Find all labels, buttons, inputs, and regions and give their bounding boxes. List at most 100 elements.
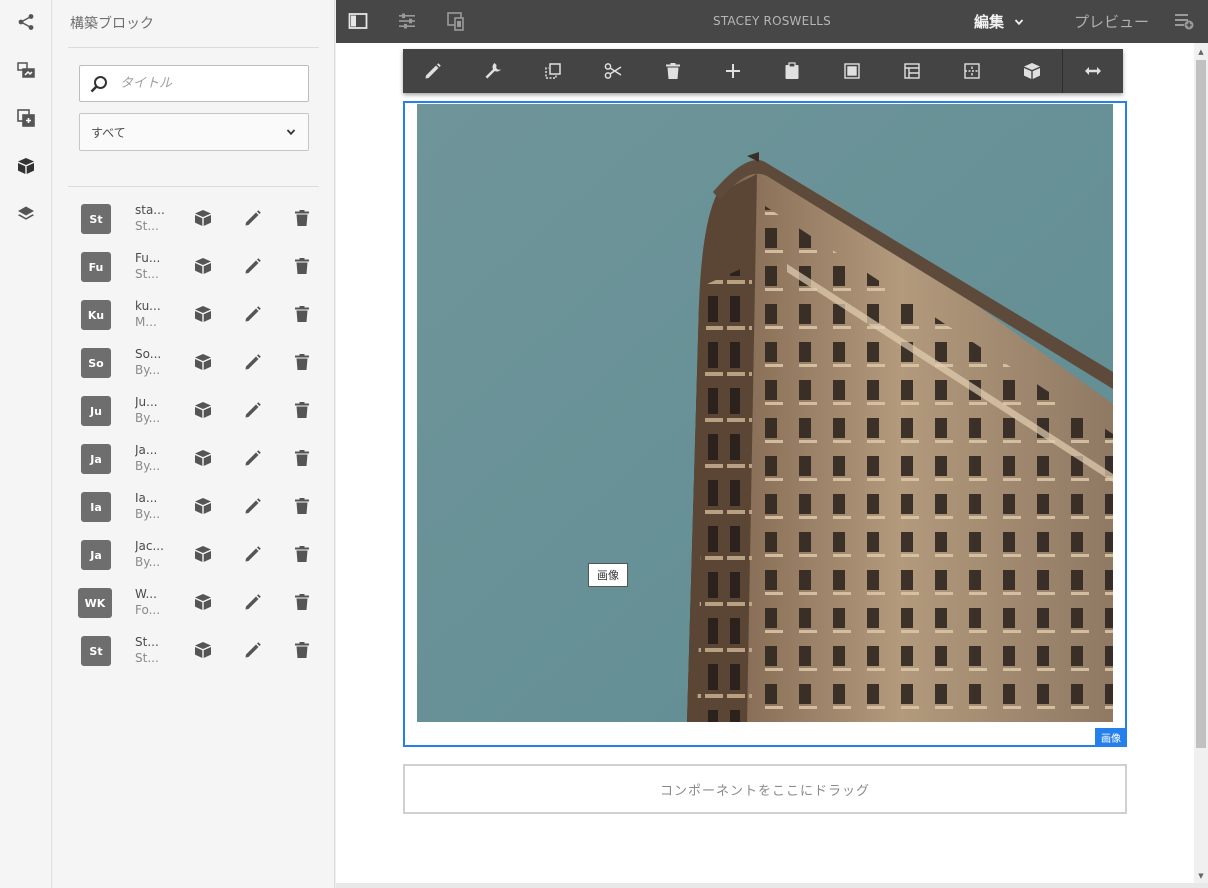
component-list-item[interactable]: Ja Jac... By... xyxy=(53,530,335,578)
preview-button[interactable]: プレビュー xyxy=(1074,11,1149,32)
building-block-icon[interactable] xyxy=(193,496,213,516)
component-group: St... xyxy=(135,651,159,665)
side-rail xyxy=(0,0,52,888)
layout-icon[interactable] xyxy=(942,49,1002,93)
component-type-tag: 画像 xyxy=(1095,728,1127,747)
chevron-down-icon xyxy=(1014,18,1024,25)
scrollbar-thumb[interactable] xyxy=(1196,60,1206,748)
component-name: Ia... xyxy=(135,491,158,505)
delete-icon[interactable] xyxy=(292,448,312,468)
edit-icon[interactable] xyxy=(243,352,263,372)
delete-icon[interactable] xyxy=(292,496,312,516)
building-block-icon[interactable] xyxy=(193,352,213,372)
edit-icon[interactable] xyxy=(243,592,263,612)
delete-icon[interactable] xyxy=(292,304,312,324)
scroll-up-icon[interactable]: ▲ xyxy=(1196,47,1206,57)
edit-icon[interactable] xyxy=(243,400,263,420)
component-name: Fu... xyxy=(135,251,161,265)
component-group: Fo... xyxy=(135,603,161,617)
layers-icon[interactable] xyxy=(0,196,52,232)
insert-icon[interactable] xyxy=(703,49,763,93)
copy-icon[interactable] xyxy=(523,49,583,93)
building-block-icon[interactable] xyxy=(193,208,213,228)
search-icon xyxy=(90,75,107,92)
component-list-item[interactable]: Ku ku... M... xyxy=(53,290,335,338)
edit-icon[interactable] xyxy=(243,496,263,516)
building-block-icon[interactable] xyxy=(193,592,213,612)
component-group: St... xyxy=(135,267,159,281)
component-drop-zone[interactable]: コンポーネントをここにドラッグ xyxy=(403,764,1127,814)
component-list-item[interactable]: So So... By... xyxy=(53,338,335,386)
component-text: Jac... By... xyxy=(135,538,169,570)
edit-mode-dropdown[interactable]: 編集 xyxy=(974,11,1024,32)
component-text: St... St... xyxy=(135,634,169,666)
component-name: ku... xyxy=(135,299,161,313)
component-name: sta... xyxy=(135,203,165,217)
parent-icon[interactable] xyxy=(882,49,942,93)
delete-icon[interactable] xyxy=(292,256,312,276)
component-name: St... xyxy=(135,635,159,649)
component-badge: Ja xyxy=(81,444,111,474)
component-badge: Ja xyxy=(81,540,111,570)
component-group: By... xyxy=(135,411,161,425)
building-blocks-panel: 構築ブロック すべて Ststa...St...FuFu...St...Kuku… xyxy=(53,0,335,888)
configure-icon[interactable] xyxy=(463,49,523,93)
component-badge: St xyxy=(81,204,111,234)
component-list-item[interactable]: Ju Ju... By... xyxy=(53,386,335,434)
component-badge: St xyxy=(81,636,111,666)
cut-icon[interactable] xyxy=(583,49,643,93)
component-list-item[interactable]: Ia Ia... By... xyxy=(53,482,335,530)
component-toolbar xyxy=(403,49,1123,93)
panel-divider xyxy=(68,186,319,187)
group-icon[interactable] xyxy=(822,49,882,93)
building-block-icon[interactable] xyxy=(193,640,213,660)
delete-icon[interactable] xyxy=(292,352,312,372)
component-group: St... xyxy=(135,219,159,233)
share-icon[interactable] xyxy=(0,4,52,40)
search-input[interactable] xyxy=(120,76,300,91)
components-icon[interactable] xyxy=(0,100,52,136)
component-list-item[interactable]: Fu Fu... St... xyxy=(53,242,335,290)
edit-icon[interactable] xyxy=(243,448,263,468)
component-badge: Fu xyxy=(81,252,111,282)
edit-icon[interactable] xyxy=(243,544,263,564)
building-block-icon[interactable] xyxy=(193,448,213,468)
component-name: Jac... xyxy=(135,539,164,553)
search-field[interactable] xyxy=(79,65,309,102)
component-list-item[interactable]: Ja Ja... By... xyxy=(53,434,335,482)
convert-to-block-icon[interactable] xyxy=(1002,49,1062,93)
expand-width-icon[interactable] xyxy=(1063,49,1123,93)
image-placeholder-label: 画像 xyxy=(588,563,628,587)
component-group: M... xyxy=(135,315,157,329)
building-block-icon[interactable] xyxy=(193,400,213,420)
building-block-icon[interactable] xyxy=(193,304,213,324)
edit-icon[interactable] xyxy=(243,304,263,324)
scroll-down-icon[interactable]: ▼ xyxy=(1196,871,1206,881)
assets-icon[interactable] xyxy=(0,52,52,88)
building-block-icon[interactable] xyxy=(193,256,213,276)
delete-icon[interactable] xyxy=(292,400,312,420)
component-name: Ju... xyxy=(135,395,158,409)
edit-icon[interactable] xyxy=(243,256,263,276)
building-photo[interactable] xyxy=(417,104,1113,722)
component-list-item[interactable]: St sta... St... xyxy=(53,194,335,242)
building-block-icon[interactable] xyxy=(193,544,213,564)
paste-icon[interactable] xyxy=(763,49,823,93)
edit-icon[interactable] xyxy=(243,640,263,660)
group-filter-select[interactable]: すべて xyxy=(79,113,309,151)
delete-icon[interactable] xyxy=(643,49,703,93)
delete-icon[interactable] xyxy=(292,640,312,660)
component-list-item[interactable]: WK W... Fo... xyxy=(53,578,335,626)
component-text: ku... M... xyxy=(135,298,169,330)
delete-icon[interactable] xyxy=(292,592,312,612)
delete-icon[interactable] xyxy=(292,208,312,228)
delete-icon[interactable] xyxy=(292,544,312,564)
building-blocks-icon[interactable] xyxy=(0,148,52,184)
annotations-icon[interactable] xyxy=(1173,11,1195,31)
component-badge: WK xyxy=(78,588,112,618)
edit-icon[interactable] xyxy=(243,208,263,228)
component-list-item[interactable]: St St... St... xyxy=(53,626,335,674)
edit-icon[interactable] xyxy=(403,49,463,93)
chevron-down-icon xyxy=(286,129,296,136)
component-list: St sta... St... Fu Fu... St... Ku ku... M... So So… xyxy=(53,194,335,674)
